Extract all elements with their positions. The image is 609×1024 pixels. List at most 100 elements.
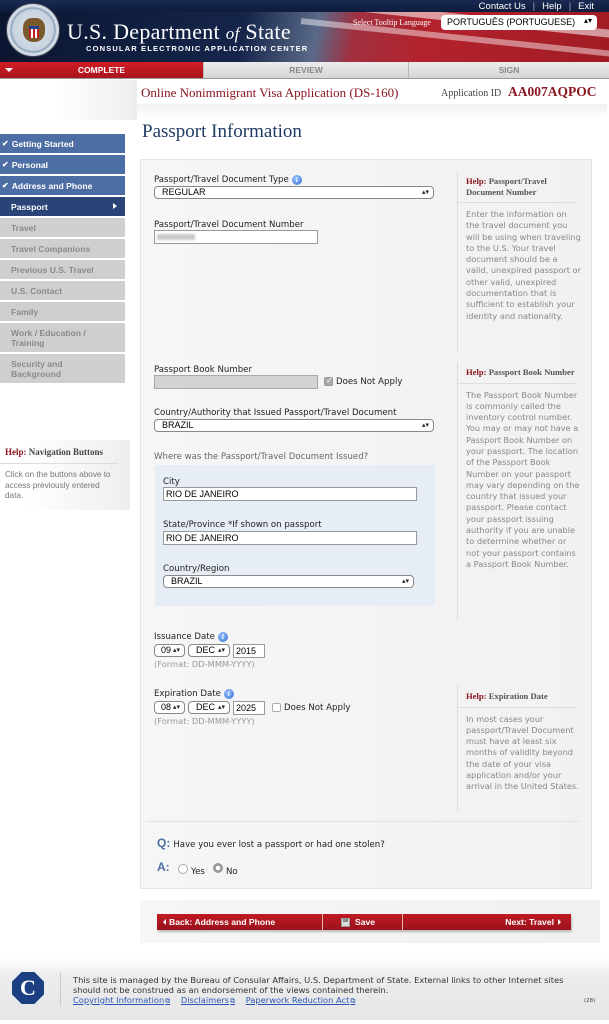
expiration-does-not-apply-label: Does Not Apply	[284, 703, 351, 713]
tab-complete[interactable]: COMPLETE	[0, 62, 203, 78]
help-prefix: Help:	[466, 176, 487, 186]
contact-us-link[interactable]: Contact Us	[472, 1, 533, 12]
help-box-book-number: Help: Passport Book Number The Passport …	[457, 362, 582, 620]
expiration-does-not-apply-checkbox[interactable]	[272, 703, 281, 712]
info-icon[interactable]: i	[223, 689, 234, 699]
sidebar-item-family: Family	[0, 302, 125, 321]
help-box-document-number: Help: Passport/Travel Document Number En…	[457, 171, 582, 353]
help-link[interactable]: Help	[535, 1, 569, 12]
tab-review[interactable]: REVIEW	[203, 62, 408, 78]
sidebar-item-us-contact: U.S. Contact	[0, 281, 125, 300]
answer-yes-radio[interactable]	[178, 864, 188, 874]
next-button[interactable]: Next: Travel	[403, 914, 571, 930]
top-links: Contact Us | Help | Exit	[472, 0, 601, 12]
application-header: Online Nonimmigrant Visa Application (DS…	[140, 83, 600, 103]
help-text: The Passport Book Number is commonly cal…	[466, 389, 580, 569]
answer-no-radio[interactable]	[213, 863, 223, 873]
divider	[0, 463, 118, 464]
checkmark-icon: ✔	[2, 160, 9, 169]
sidebar-item-label: Getting Started	[11, 138, 74, 149]
expiration-day-select[interactable]: 08 ▴▾	[154, 701, 185, 714]
tooltip-language-value: PORTUGUÊS (PORTUGUESE)	[447, 17, 576, 27]
tooltip-language-select[interactable]: PORTUGUÊS (PORTUGUESE) ▴▾	[441, 15, 597, 30]
info-icon[interactable]: i	[291, 175, 302, 185]
sidebar-item-passport[interactable]: Passport	[0, 197, 125, 216]
exit-link[interactable]: Exit	[571, 1, 601, 12]
consular-affairs-logo: C	[12, 972, 44, 1004]
sidebar-item-label: Personal	[11, 159, 49, 170]
sidebar-item-label: Passport	[11, 201, 48, 212]
external-link-icon: ⧉	[230, 997, 236, 1005]
save-button[interactable]: Save	[323, 914, 403, 930]
question-text: Have you ever lost a passport or had one…	[173, 840, 385, 850]
tooltip-language-label: Select Tooltip Language	[353, 18, 431, 27]
disclaimers-link[interactable]: Disclaimers⧉	[181, 995, 235, 1005]
sidebar-item-label: Travel Companions	[11, 243, 91, 254]
link-label: Disclaimers	[180, 995, 230, 1005]
book-number-does-not-apply-label: Does Not Apply	[336, 377, 403, 387]
back-button[interactable]: Back: Address and Phone	[157, 914, 323, 930]
state-label: State/Province *If shown on passport	[163, 520, 322, 530]
external-link-icon: ⧉	[165, 997, 171, 1005]
issuance-date-label: Issuance Date i	[154, 632, 228, 642]
state-input[interactable]: RIO DE JANEIRO	[163, 531, 417, 545]
sidebar-item-getting-started[interactable]: ✔ Getting Started	[0, 134, 125, 153]
dept-title-part2: State	[245, 19, 291, 44]
country-region-select[interactable]: BRAZIL ▴▾	[163, 575, 414, 588]
tab-label: SIGN	[498, 65, 520, 75]
footer-disclaimer-text: This site is managed by the Bureau of Co…	[73, 975, 564, 995]
decor-shade	[137, 104, 607, 118]
issuing-country-select[interactable]: BRAZIL ▴▾	[154, 419, 434, 432]
progress-tabs: COMPLETE REVIEW SIGN	[0, 62, 609, 79]
select-arrows-icon: ▴▾	[401, 578, 409, 585]
book-number-does-not-apply-checkbox[interactable]	[324, 376, 333, 386]
sidebar-item-previous-us-travel: Previous U.S. Travel	[0, 260, 125, 279]
expiration-date-label: Expiration Date i	[154, 689, 234, 699]
tab-sign[interactable]: SIGN	[408, 62, 609, 78]
paperwork-reduction-act-link[interactable]: Paperwork Reduction Act⧉	[246, 995, 356, 1005]
doc-number-input[interactable]	[154, 230, 318, 244]
footer-links: Copyright Information⧉ Disclaimers⧉ Pape…	[73, 995, 363, 1006]
back-button-label: Back: Address and Phone	[169, 917, 276, 927]
sidebar-item-label: Work / Education / Training	[11, 327, 86, 348]
checkmark-icon: ✔	[2, 139, 9, 148]
link-label: Paperwork Reduction Act	[245, 995, 350, 1005]
department-subtitle: CONSULAR ELECTRONIC APPLICATION CENTER	[86, 44, 309, 53]
doc-type-select[interactable]: REGULAR ▴▾	[154, 186, 434, 199]
help-text: In most cases your passport/Travel Docum…	[466, 713, 579, 792]
caret-down-icon	[5, 68, 13, 72]
page-code: (28)	[584, 998, 596, 1004]
sidebar-item-label: Travel	[11, 222, 36, 233]
help-heading: Help: Passport Book Number	[458, 362, 582, 378]
sidebar-item-travel: Travel	[0, 218, 125, 237]
help-heading: Help: Navigation Buttons	[5, 447, 103, 457]
sidebar-item-personal[interactable]: ✔ Personal	[0, 155, 125, 174]
city-input[interactable]: RIO DE JANEIRO	[163, 487, 417, 501]
issuance-month-select[interactable]: DEC ▴▾	[188, 644, 230, 657]
doc-number-label: Passport/Travel Document Number	[154, 220, 304, 230]
nav-button-row: Back: Address and Phone Save Next: Trave…	[157, 914, 571, 930]
issuance-year-input[interactable]: 2015	[233, 644, 265, 658]
country-region-label: Country/Region	[163, 564, 230, 574]
tab-label: COMPLETE	[77, 65, 126, 75]
expiration-month-value: DEC	[196, 702, 216, 712]
expiration-year-input[interactable]: 2025	[233, 701, 265, 715]
help-prefix: Help:	[5, 447, 27, 457]
application-id-value: AA007AQPOC	[508, 84, 597, 99]
issuance-day-select[interactable]: 09 ▴▾	[154, 644, 185, 657]
dept-title-part1: U.S. Department	[67, 19, 220, 44]
answer-prefix: A:	[157, 860, 170, 874]
sidebar-item-label: U.S. Contact	[11, 285, 63, 296]
sidebar-item-address-and-phone[interactable]: ✔ Address and Phone	[0, 176, 125, 195]
expiration-month-select[interactable]: DEC ▴▾	[188, 701, 230, 714]
select-arrows-icon: ▴▾	[421, 422, 429, 429]
external-link-icon: ⧉	[350, 997, 356, 1005]
doc-type-label-text: Passport/Travel Document Type	[154, 175, 289, 185]
application-id-label: Application ID	[441, 88, 502, 99]
book-number-input[interactable]	[154, 375, 318, 389]
sidebar-item-travel-companions: Travel Companions	[0, 239, 125, 258]
info-icon[interactable]: i	[217, 632, 228, 642]
page-title: Passport Information	[142, 121, 302, 142]
copyright-information-link[interactable]: Copyright Information⧉	[73, 995, 170, 1005]
sidebar-item-work-education-training: Work / Education / Training	[0, 323, 125, 352]
